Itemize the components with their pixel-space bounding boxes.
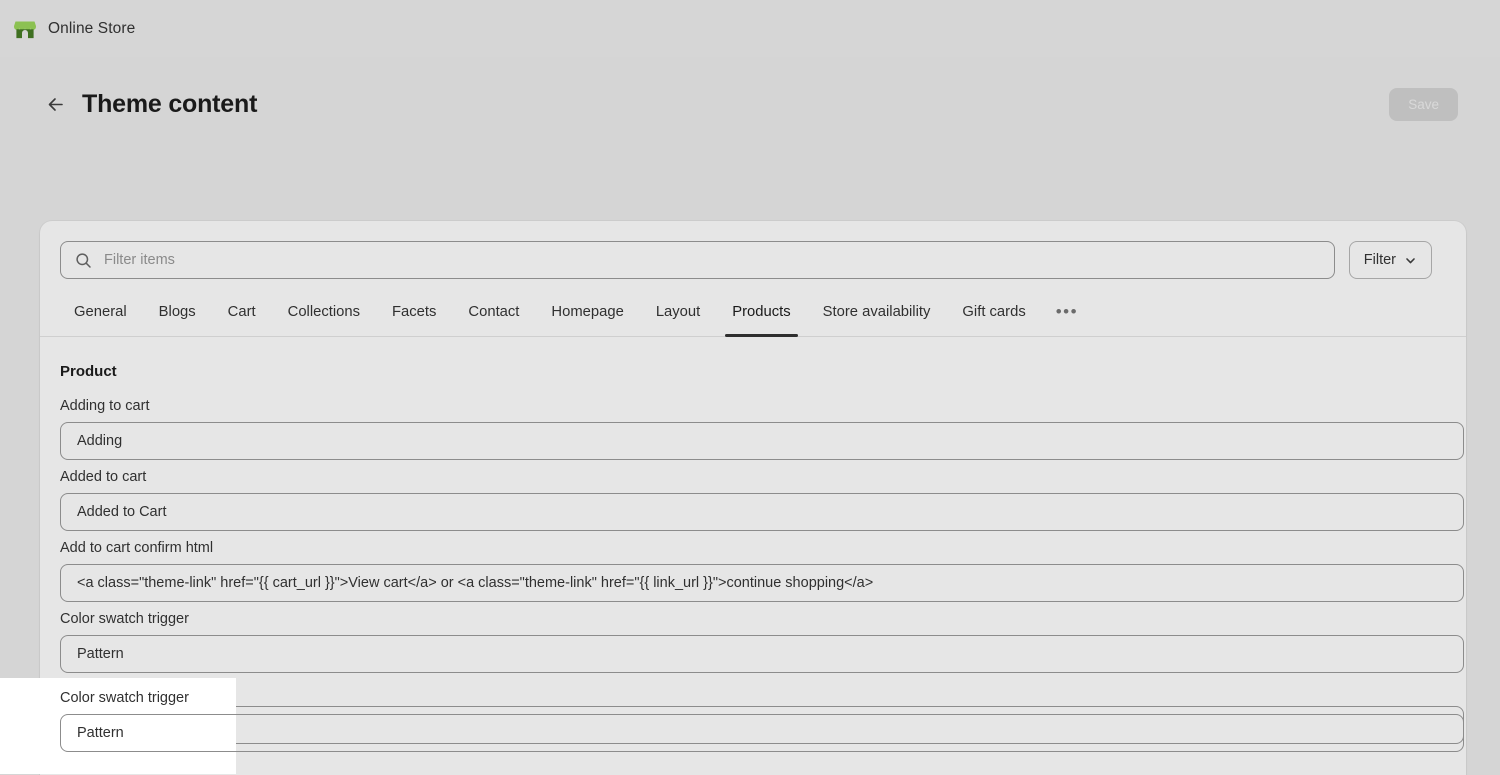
tab-products[interactable]: Products <box>716 294 806 337</box>
search-input[interactable] <box>104 252 1320 268</box>
storefront-icon <box>12 16 38 42</box>
tab-homepage[interactable]: Homepage <box>535 294 639 336</box>
field-label: Added to cart <box>60 469 147 485</box>
color-swatch-trigger-highlight-content: Color swatch trigger <box>60 690 1464 752</box>
field-label: Add to cart confirm html <box>60 540 214 556</box>
page-region: Theme content Save Filter items Filter G… <box>0 57 1500 775</box>
filter-button[interactable]: Filter <box>1348 241 1432 279</box>
arrow-left-icon <box>45 94 66 115</box>
field-input-add-to-cart-confirm-html[interactable] <box>60 564 1464 602</box>
field-label: Adding to cart <box>60 398 150 414</box>
tab-bar: General Blogs Cart Collections Facets Co… <box>40 293 1466 337</box>
search-field-wrapper[interactable] <box>60 241 1335 279</box>
page-header: Theme content Save <box>0 57 1500 151</box>
save-button[interactable]: Save <box>1389 87 1458 121</box>
tab-gift-cards[interactable]: Gift cards <box>946 294 1041 336</box>
app-bar: Online Store <box>0 0 1500 57</box>
field-input-color-swatch-trigger[interactable] <box>60 635 1464 673</box>
tab-collections[interactable]: Collections <box>272 294 376 336</box>
field-added-to-cart: Added to cart <box>60 469 1464 531</box>
field-adding-to-cart: Adding to cart <box>60 398 1464 460</box>
field-label: Color swatch trigger <box>60 611 189 627</box>
tab-general[interactable]: General <box>58 294 143 336</box>
field-input-adding-to-cart[interactable] <box>60 422 1464 460</box>
field-add-to-cart-confirm-html: Add to cart confirm html <box>60 540 1464 602</box>
app-bar-title: Online Store <box>48 19 136 37</box>
tab-contact[interactable]: Contact <box>452 294 535 336</box>
tab-facets[interactable]: Facets <box>376 294 452 336</box>
tab-store-availability[interactable]: Store availability <box>807 294 947 336</box>
highlight-field-label: Color swatch trigger <box>60 690 189 706</box>
highlight-field-input-color-swatch-trigger[interactable] <box>60 714 1464 752</box>
section-title: Product <box>60 363 117 380</box>
search-icon <box>75 252 92 269</box>
chevron-down-icon <box>1404 254 1417 267</box>
filter-button-label: Filter <box>1363 252 1396 268</box>
back-button[interactable] <box>40 89 70 119</box>
page-title: Theme content <box>82 89 258 118</box>
tab-cart[interactable]: Cart <box>212 294 272 336</box>
field-input-added-to-cart[interactable] <box>60 493 1464 531</box>
tab-overflow-menu-icon[interactable]: ••• <box>1042 293 1092 336</box>
tab-blogs[interactable]: Blogs <box>143 294 212 336</box>
form-body: Product Adding to cart Added to cart Add… <box>40 337 1466 744</box>
card-toolbar: Filter <box>40 221 1466 279</box>
tab-layout[interactable]: Layout <box>640 294 716 336</box>
field-color-swatch-trigger: Color swatch trigger <box>60 611 1464 673</box>
